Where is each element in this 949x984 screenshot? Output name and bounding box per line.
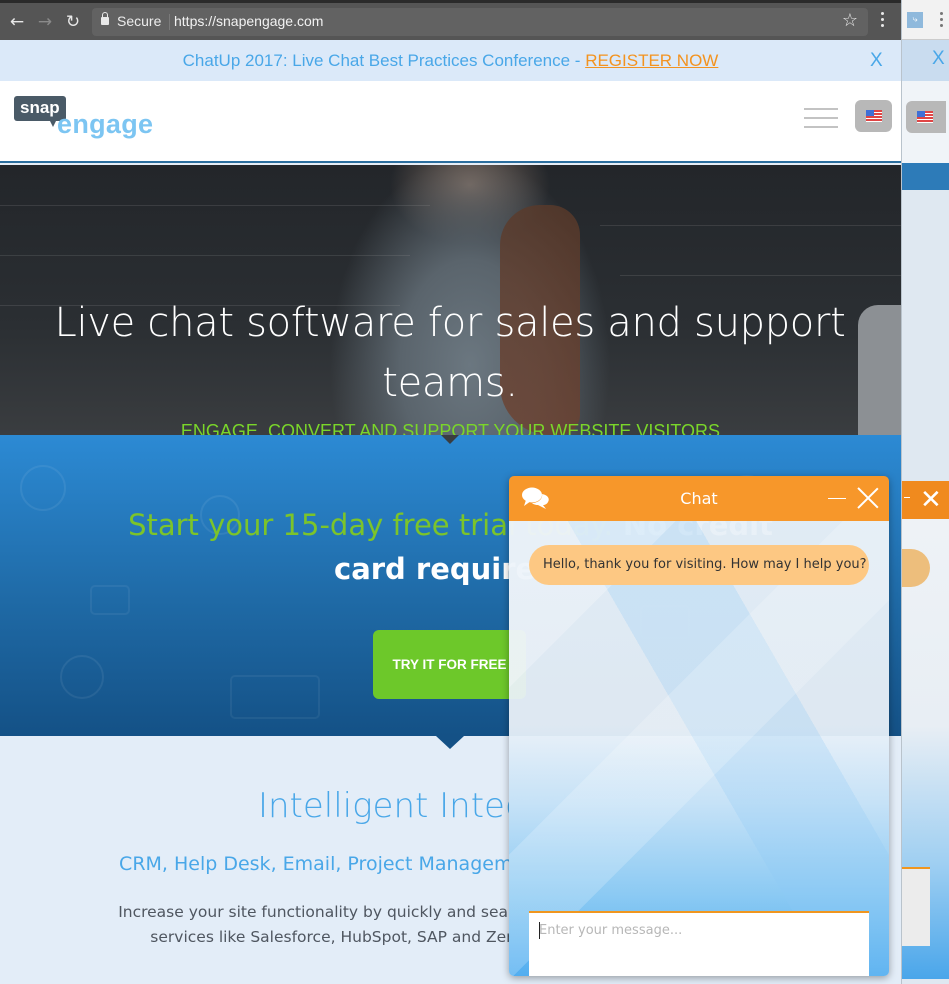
site-header: snap engage <box>0 81 901 163</box>
arrow-right-icon: → <box>37 12 53 32</box>
hero-section: Live chat software for sales and support… <box>0 165 901 435</box>
background-language-button[interactable] <box>906 101 946 133</box>
close-icon[interactable] <box>857 487 879 509</box>
url-text[interactable]: https://snapengage.com <box>174 13 323 29</box>
bg-pattern-shape <box>90 585 130 615</box>
us-flag-icon <box>917 111 933 123</box>
secure-label: Secure <box>117 13 162 29</box>
background-window-toolbar: ⤷ <box>902 0 949 40</box>
chat-message-input[interactable] <box>529 911 869 976</box>
announcement-banner: ChatUp 2017: Live Chat Best Practices Co… <box>0 40 901 81</box>
banner-message: ChatUp 2017: Live Chat Best Practices Co… <box>182 51 586 70</box>
hero-tagline: ENGAGE, CONVERT AND SUPPORT YOUR WEBSITE… <box>180 421 721 435</box>
register-now-link[interactable]: REGISTER NOW <box>585 51 718 70</box>
back-button[interactable]: ← <box>6 11 28 33</box>
banner-text: ChatUp 2017: Live Chat Best Practices Co… <box>0 51 901 71</box>
try-it-for-free-button[interactable]: TRY IT FOR FREE <box>373 630 526 699</box>
text-caret <box>539 922 540 939</box>
extension-icon[interactable]: ⤷ <box>907 12 923 28</box>
reload-button[interactable]: ↻ <box>62 11 84 33</box>
background-chat-input[interactable] <box>902 867 930 946</box>
browser-toolbar: ← → ↻ Secure https://snapengage.com ☆ <box>0 0 901 40</box>
reload-icon: ↻ <box>65 12 81 32</box>
bg-pattern-shape <box>20 465 66 511</box>
chat-header[interactable]: Chat <box>509 476 889 521</box>
hero-bg-line <box>0 205 430 206</box>
chat-body: Hello, thank you for visiting. How may I… <box>509 521 889 976</box>
hero-bg-line <box>0 255 410 256</box>
minimize-icon[interactable] <box>827 488 847 508</box>
language-button[interactable] <box>855 100 892 132</box>
background-hero-strip <box>902 163 949 190</box>
chat-widget: Chat Hello, thank you for visiting. How … <box>509 476 889 976</box>
background-window: ⤷ X ✕ <box>901 0 949 984</box>
forward-button[interactable]: → <box>34 11 56 33</box>
kebab-icon[interactable] <box>938 12 944 30</box>
star-icon[interactable]: ☆ <box>842 10 858 31</box>
arrow-left-icon: ← <box>9 12 25 32</box>
close-icon[interactable]: ✕ <box>920 485 942 515</box>
section-pointer <box>441 435 459 444</box>
menu-button[interactable] <box>804 108 838 130</box>
hero-bg-line <box>620 275 901 276</box>
hero-title: Live chat software for sales and support… <box>54 300 846 406</box>
chat-message-agent: Hello, thank you for visiting. How may I… <box>529 545 869 585</box>
hamburger-icon <box>804 108 838 110</box>
hero-photo-laptop <box>858 305 901 435</box>
section-pointer <box>436 736 464 749</box>
us-flag-icon <box>866 110 882 122</box>
bg-pattern-shape <box>60 655 104 699</box>
logo[interactable]: snap engage <box>14 96 159 146</box>
bg-pattern-shape <box>230 675 320 719</box>
background-header <box>902 81 949 163</box>
lock-icon <box>101 12 109 25</box>
browser-menu-button[interactable] <box>878 12 886 32</box>
banner-close-button[interactable]: X <box>870 50 883 72</box>
hero-bg-line <box>600 225 901 226</box>
background-banner-close[interactable]: X <box>932 48 945 70</box>
screen: ← → ↻ Secure https://snapengage.com ☆ ⤷ … <box>0 0 949 984</box>
address-bar[interactable]: Secure https://snapengage.com ☆ <box>92 8 868 36</box>
minimize-icon[interactable] <box>904 497 910 498</box>
background-chat-header: ✕ <box>902 481 949 519</box>
kebab-icon <box>880 12 884 15</box>
address-separator <box>169 14 170 30</box>
background-banner: X <box>902 40 949 81</box>
logo-engage-text: engage <box>57 109 154 139</box>
